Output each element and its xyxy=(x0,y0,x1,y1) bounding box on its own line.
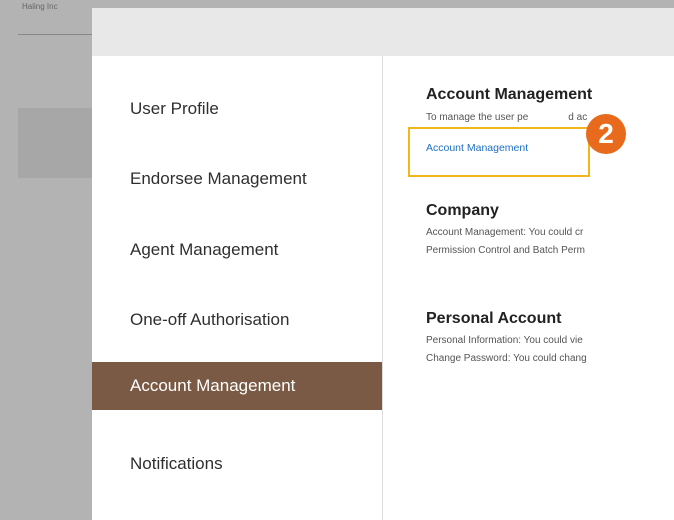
step-number-badge: 2 xyxy=(586,114,626,154)
menu-item-one-off-authorisation[interactable]: One-off Authorisation xyxy=(92,296,382,344)
menu-item-user-profile[interactable]: User Profile xyxy=(92,85,382,133)
company-line: Permission Control and Batch Perm xyxy=(426,245,585,256)
personal-account-line: Change Password: You could chang xyxy=(426,353,587,364)
content-panel: Account Management To manage the user pe… xyxy=(426,56,674,520)
menu-divider xyxy=(382,56,383,520)
company-line: Account Management: You could cr xyxy=(426,227,584,238)
menu-item-notifications[interactable]: Notifications xyxy=(92,440,382,488)
menu-item-label: Account Management xyxy=(130,376,296,395)
personal-account-line: Personal Information: You could vie xyxy=(426,335,583,346)
menu-item-endorsee-management[interactable]: Endorsee Management xyxy=(92,155,382,203)
menu-item-label: Endorsee Management xyxy=(130,169,307,188)
personal-account-title: Personal Account xyxy=(426,310,562,327)
menu-item-agent-management[interactable]: Agent Management xyxy=(92,226,382,274)
menu-item-label: Agent Management xyxy=(130,240,279,259)
account-management-description: To manage the user pe d ac xyxy=(426,112,587,123)
menu-item-account-management[interactable]: Account Management xyxy=(92,362,382,410)
background-divider xyxy=(18,34,92,35)
menu-item-label: One-off Authorisation xyxy=(130,310,290,329)
background-block xyxy=(18,108,92,178)
highlight-box xyxy=(408,127,590,177)
settings-menu: User Profile Endorsee Management Agent M… xyxy=(92,56,382,520)
company-title: Company xyxy=(426,202,499,219)
menu-item-label: User Profile xyxy=(130,99,219,118)
description-tail: d ac xyxy=(568,112,588,123)
modal-header xyxy=(92,8,674,56)
menu-item-label: Notifications xyxy=(130,454,223,473)
background-heading: Haling Inc xyxy=(22,2,58,11)
description-start: To manage the user pe xyxy=(426,112,529,123)
account-management-title: Account Management xyxy=(426,86,593,103)
